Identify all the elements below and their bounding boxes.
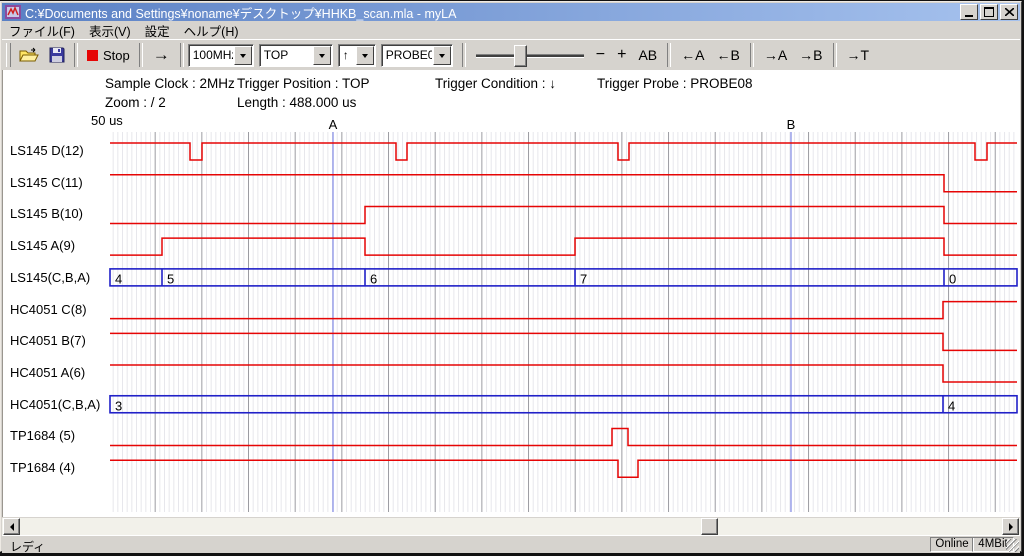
- channel-label: LS145(C,B,A): [10, 270, 90, 285]
- trigger-probe-info: Trigger Probe : PROBE08: [597, 76, 753, 91]
- zoom-out-button[interactable]: −: [590, 43, 611, 67]
- toolbar-separator: [833, 43, 837, 67]
- zoom-info: Zoom : / 2: [105, 95, 166, 110]
- channel-label: LS145 B(10): [10, 206, 83, 221]
- open-file-button[interactable]: [14, 43, 44, 67]
- channel-label: HC4051 C(8): [10, 302, 87, 317]
- title-bar[interactable]: C:¥Documents and Settings¥noname¥デスクトップ¥…: [2, 3, 1020, 21]
- toolbar: Stop → 100MHz TOP ↑ PROBE00 − + AB ←A: [2, 39, 1020, 71]
- waveform-plot-area[interactable]: [108, 112, 1017, 514]
- channel-label: LS145 D(12): [10, 143, 84, 158]
- close-button[interactable]: [1000, 4, 1018, 20]
- menu-item-1[interactable]: 表示(V): [82, 20, 138, 41]
- set-marker-b-button[interactable]: →B: [793, 43, 828, 67]
- sample-clock-info: Sample Clock : 2MHz: [105, 76, 235, 91]
- arrow-left-icon: [6, 523, 14, 531]
- open-folder-icon: [19, 47, 39, 63]
- set-marker-a-button[interactable]: →A: [758, 43, 793, 67]
- trigger-condition-info: Trigger Condition : ↓: [435, 76, 556, 91]
- channel-label: HC4051(C,B,A): [10, 397, 100, 412]
- zoom-slider[interactable]: [476, 43, 584, 67]
- maximize-button[interactable]: [980, 4, 998, 20]
- toolbar-grip[interactable]: [6, 43, 11, 67]
- menu-item-3[interactable]: ヘルプ(H): [177, 20, 246, 41]
- chevron-down-icon[interactable]: [313, 46, 331, 65]
- zoom-slider-thumb[interactable]: [514, 45, 527, 67]
- ab-range-button[interactable]: AB: [632, 43, 663, 67]
- goto-marker-a-button[interactable]: ←A: [675, 43, 710, 67]
- channel-label: LS145 C(11): [10, 175, 83, 190]
- trigger-position-combo[interactable]: TOP: [259, 44, 333, 67]
- chevron-down-icon[interactable]: [356, 46, 374, 65]
- close-icon: [1005, 8, 1014, 16]
- chevron-down-icon[interactable]: [234, 46, 252, 65]
- menu-bar: ファイル(F)表示(V)設定ヘルプ(H): [2, 21, 1020, 39]
- scroll-left-button[interactable]: [3, 518, 20, 535]
- chevron-down-icon[interactable]: [433, 46, 451, 65]
- toolbar-separator: [667, 43, 671, 67]
- trigger-edge-combo[interactable]: ↑: [338, 44, 376, 67]
- time-scale-label: 50 us: [91, 113, 123, 128]
- minimize-button[interactable]: [960, 4, 978, 20]
- stop-icon: [87, 50, 98, 61]
- channel-label: HC4051 B(7): [10, 333, 86, 348]
- stop-label: Stop: [103, 48, 130, 63]
- toolbar-separator: [750, 43, 754, 67]
- sample-clock-combo[interactable]: 100MHz: [188, 44, 254, 67]
- scrollbar-thumb[interactable]: [701, 518, 718, 535]
- menu-item-2[interactable]: 設定: [138, 20, 177, 41]
- status-text: レディ: [10, 538, 45, 555]
- arrow-right-icon: [1009, 523, 1017, 531]
- trigger-position-info: Trigger Position : TOP: [237, 76, 370, 91]
- maximize-icon: [984, 7, 994, 17]
- goto-trigger-button[interactable]: →T: [841, 43, 876, 67]
- toolbar-separator: [139, 43, 143, 67]
- channel-label: TP1684 (4): [10, 460, 75, 475]
- channel-label: LS145 A(9): [10, 238, 75, 253]
- minimize-icon: [965, 15, 973, 17]
- toolbar-separator: [462, 43, 466, 67]
- horizontal-scrollbar[interactable]: [2, 518, 1020, 535]
- trigger-probe-combo[interactable]: PROBE00: [381, 44, 453, 67]
- zoom-in-button[interactable]: +: [611, 43, 632, 67]
- toolbar-separator: [180, 43, 184, 67]
- channel-label: HC4051 A(6): [10, 365, 85, 380]
- run-button[interactable]: →: [147, 43, 176, 67]
- menu-item-0[interactable]: ファイル(F): [2, 20, 82, 41]
- scroll-right-button[interactable]: [1002, 518, 1019, 535]
- stop-button[interactable]: Stop: [82, 43, 135, 67]
- goto-marker-b-button[interactable]: ←B: [710, 43, 745, 67]
- channel-label: TP1684 (5): [10, 428, 75, 443]
- toolbar-separator: [74, 43, 78, 67]
- zoom-slider-track: [476, 54, 584, 58]
- save-button[interactable]: [44, 43, 70, 67]
- save-disk-icon: [49, 47, 65, 63]
- online-indicator: Online: [930, 537, 974, 552]
- app-icon: [5, 5, 21, 19]
- status-bar: レディ Online 4MBit: [2, 535, 1020, 553]
- resize-grip[interactable]: [1006, 539, 1019, 552]
- length-info: Length : 488.000 us: [237, 95, 356, 110]
